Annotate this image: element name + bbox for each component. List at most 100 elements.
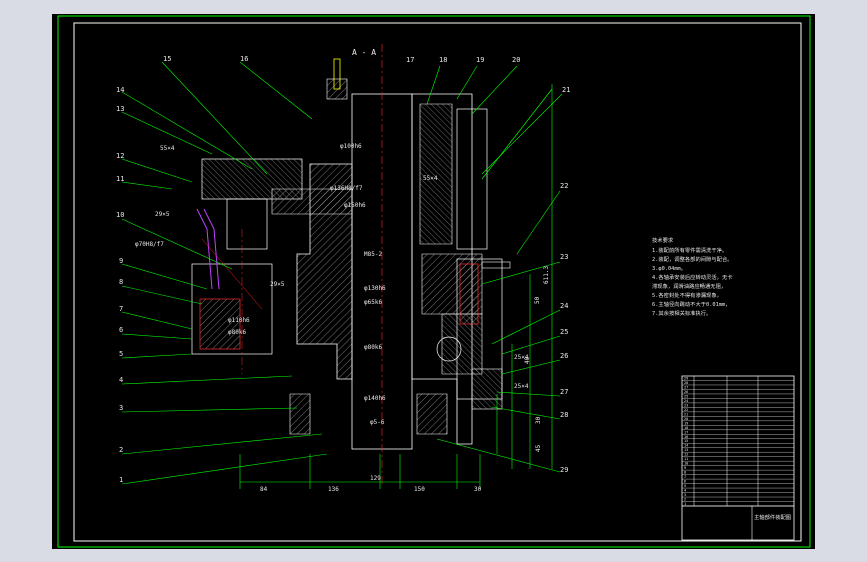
dim-fit-6: φ65k6 [364,299,382,306]
part-22: 22 [560,182,568,190]
assembly-drawing: A - A 15 16 14 13 12 11 10 9 8 7 6 5 4 3… [57,15,811,548]
part-12: 12 [116,152,124,160]
title-block-row-number: 7 [684,475,686,479]
title-block-row-number: 14 [684,444,688,448]
notes-heading: 技术要求 [652,236,674,244]
part-2: 2 [119,446,123,454]
part-7: 7 [119,305,123,313]
part-15: 15 [163,55,171,63]
part-10: 10 [116,211,124,219]
title-block-row-number: 24 [684,399,688,403]
dim-vert-5: 40 [524,356,531,364]
dim-fit-10: φ70H8/f7 [135,241,164,248]
dim-bottom-4: 150 [414,486,425,493]
title-block-row-number: 4 [684,489,686,493]
title-block-row-number: 19 [684,421,688,425]
part-labels-left: 15 16 14 13 12 11 10 9 8 7 6 5 4 3 2 1 [116,55,248,484]
dim-bottom-2: 136 [328,486,339,493]
dim-vert-1: 611.3 [543,266,550,284]
dim-bottom-1: 84 [260,486,268,493]
part-9: 9 [119,257,123,265]
dim-vert-4: 45 [535,444,542,452]
part-21: 21 [562,86,570,94]
dim-fit-7: φ80k6 [364,344,382,351]
part-16: 16 [240,55,248,63]
part-18: 18 [439,56,447,64]
title-block-row-number: 15 [684,439,688,443]
dim-chamfer-6: 25×4 [514,383,529,390]
note-line-6: 5.各密封处不得有渗漏现象， [652,291,722,299]
title-block-row-number: 29 [684,376,688,380]
dim-vert-3: 30 [535,416,542,424]
dim-chamfer-1: 55×4 [160,145,175,152]
title-block-row-number: 10 [684,462,688,466]
title-block-row-number: 21 [684,412,688,416]
part-1: 1 [119,476,123,484]
note-line-2: 2.装配，调整各部的间隙与配合。 [652,255,733,263]
part-23: 23 [560,253,568,261]
drawing-sheet: A - A 15 16 14 13 12 11 10 9 8 7 6 5 4 3… [52,14,815,549]
dim-fit-12: φ80k6 [228,329,246,336]
dim-chamfer-3: 29×5 [270,281,285,288]
part-6: 6 [119,326,123,334]
dim-fit-4: M85-2 [364,251,382,258]
title-block-row-number: 8 [684,471,686,475]
dim-fit-9: φ5-6 [370,419,385,426]
dim-fit-11: φ110h6 [228,317,250,324]
title-name: 主轴部件装配图 [754,513,791,521]
note-line-8: 7.其余按相关标准执行。 [652,309,711,317]
part-14: 14 [116,86,124,94]
note-line-4: 4.各轴承安装后应转动灵活，无卡 [652,273,733,281]
title-block-row-number: 9 [684,466,686,470]
part-27: 27 [560,388,568,396]
dimension-lines [239,84,553,489]
dim-chamfer-4: 55×4 [423,175,438,182]
title-block-row-number: 12 [684,453,688,457]
dim-fit-3: φ150h6 [344,202,366,209]
title-block-row-number: 27 [684,385,688,389]
title-block-row-number: 13 [684,448,688,452]
title-block-row-number: 23 [684,403,688,407]
title-block: 主轴部件装配图 29282726252423222120191817161514… [681,375,795,541]
note-line-7: 6.主轴径向跳动不大于0.01mm， [652,300,730,308]
part-5: 5 [119,350,123,358]
technical-notes: 技术要求 1.装配前所有零件需清洗干净。 2.装配，调整各部的间隙与配合。 3.… [652,236,733,317]
dim-fit-8: φ140h6 [364,395,386,402]
part-20: 20 [512,56,520,64]
part-29: 29 [560,466,568,474]
part-17: 17 [406,56,414,64]
title-block-row-number: 6 [684,480,686,484]
housing-section [289,93,483,445]
title-block-row-number: 25 [684,394,688,398]
dim-bottom-5: 30 [474,486,482,493]
dim-fit-2: φ136H8/f7 [330,185,363,192]
title-block-row-number: 18 [684,426,688,430]
part-24: 24 [560,302,568,310]
part-28: 28 [560,411,568,419]
title-block-row-number: 11 [684,457,688,461]
part-25: 25 [560,328,568,336]
dim-fit-5: φ130h6 [364,285,386,292]
part-13: 13 [116,105,124,113]
title-block-row-number: 5 [684,484,686,488]
note-line-1: 1.装配前所有零件需清洗干净。 [652,246,727,254]
section-title: A - A [352,48,376,57]
dim-vert-2: 50 [534,296,541,304]
part-8: 8 [119,278,123,286]
part-4: 4 [119,376,123,384]
title-block-row-number: 28 [684,381,688,385]
title-block-row-number: 17 [684,430,688,434]
title-block-row-number: 16 [684,435,688,439]
dim-chamfer-2: 29×5 [155,211,170,218]
part-3: 3 [119,404,123,412]
title-block-row-number: 2 [684,498,686,502]
note-line-3: 3.φ0.04mm。 [652,266,686,272]
dim-bottom-3: 129 [370,475,381,482]
title-block-row-number: 22 [684,408,688,412]
title-block-row-number: 20 [684,417,688,421]
title-block-row-number: 1 [684,502,686,506]
part-19: 19 [476,56,484,64]
note-line-5: 滞现象，润滑油路应畅通无阻， [652,282,726,290]
part-11: 11 [116,175,124,183]
dim-fit-1: φ100h6 [340,143,362,150]
